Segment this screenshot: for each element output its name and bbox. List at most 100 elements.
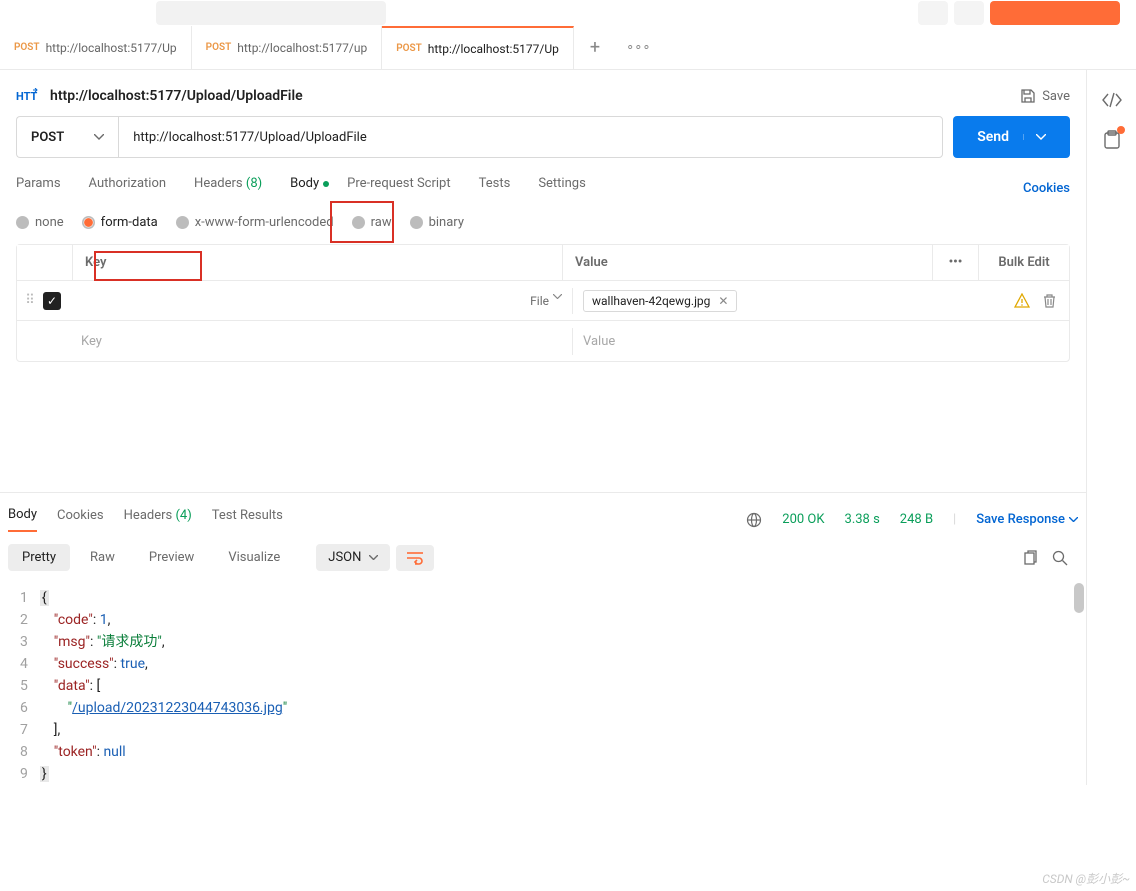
svg-text:HTTP: HTTP bbox=[16, 90, 38, 103]
delete-row-icon[interactable] bbox=[1042, 293, 1057, 309]
line-numbers: 123456789 bbox=[0, 587, 40, 785]
key-placeholder[interactable]: Key bbox=[71, 328, 573, 355]
watermark: CSDN @彭小彭~ bbox=[1042, 870, 1130, 887]
formdata-table: Key Value ••• Bulk Edit ⠿ ✓ File wallhav… bbox=[16, 244, 1070, 362]
remove-file-icon[interactable]: ✕ bbox=[718, 294, 728, 308]
tab-overflow-button[interactable]: ∘∘∘ bbox=[616, 26, 660, 69]
search-icon[interactable] bbox=[1052, 550, 1068, 566]
chevron-down-icon[interactable] bbox=[1023, 134, 1046, 140]
warning-icon bbox=[1014, 293, 1030, 309]
resp-tab-body[interactable]: Body bbox=[8, 507, 37, 532]
method-select[interactable]: POST bbox=[16, 116, 118, 158]
tab-0[interactable]: POST http://localhost:5177/Up bbox=[0, 26, 192, 69]
search-placeholder[interactable] bbox=[156, 1, 386, 25]
body-type-formdata[interactable]: form-data bbox=[82, 215, 158, 230]
tab-method: POST bbox=[396, 43, 422, 54]
tab-method: POST bbox=[14, 42, 40, 53]
file-name: wallhaven-42qewg.jpg bbox=[592, 294, 710, 308]
resp-tab-cookies[interactable]: Cookies bbox=[57, 508, 104, 531]
tab-headers[interactable]: Headers (8) bbox=[194, 176, 262, 201]
tab-body[interactable]: Body bbox=[290, 176, 319, 201]
method-value: POST bbox=[31, 130, 64, 145]
file-type-label: File bbox=[530, 294, 549, 308]
tab-label: http://localhost:5177/up bbox=[237, 41, 367, 55]
response-time: 3.38 s bbox=[845, 512, 880, 527]
save-label: Save bbox=[1042, 89, 1070, 104]
http-icon: HTTP bbox=[16, 88, 38, 104]
top-toolbar bbox=[0, 0, 1136, 26]
tabs-bar: POST http://localhost:5177/Up POST http:… bbox=[0, 26, 1136, 70]
top-button-2[interactable] bbox=[954, 1, 984, 25]
tab-2[interactable]: POST http://localhost:5177/Up bbox=[382, 26, 574, 69]
status-code: 200 OK bbox=[782, 512, 824, 527]
tab-tests[interactable]: Tests bbox=[479, 176, 511, 201]
request-title: http://localhost:5177/Upload/UploadFile bbox=[50, 88, 303, 104]
chevron-down-icon bbox=[369, 555, 378, 560]
body-type-none[interactable]: none bbox=[16, 215, 64, 230]
chevron-down-icon bbox=[94, 134, 104, 140]
radio-label: x-www-form-urlencoded bbox=[195, 215, 334, 230]
save-response-label: Save Response bbox=[976, 512, 1065, 527]
tab-method: POST bbox=[206, 42, 232, 53]
radio-label: binary bbox=[429, 215, 464, 230]
tab-label: http://localhost:5177/Up bbox=[46, 41, 177, 55]
view-raw[interactable]: Raw bbox=[76, 544, 129, 571]
view-preview[interactable]: Preview bbox=[135, 544, 208, 571]
radio-icon bbox=[82, 216, 95, 229]
tab-authorization[interactable]: Authorization bbox=[89, 176, 167, 201]
cookies-link[interactable]: Cookies bbox=[1023, 181, 1070, 196]
top-button-1[interactable] bbox=[918, 1, 948, 25]
column-options[interactable]: ••• bbox=[933, 245, 979, 280]
save-response-button[interactable]: Save Response bbox=[976, 512, 1078, 527]
right-sidebar bbox=[1086, 70, 1136, 785]
bulk-edit-button[interactable]: Bulk Edit bbox=[979, 245, 1069, 280]
resp-headers-label: Headers bbox=[124, 508, 173, 523]
tab-settings[interactable]: Settings bbox=[538, 176, 585, 201]
radio-label: raw bbox=[371, 215, 392, 230]
table-row-empty[interactable]: Key Value bbox=[17, 321, 1069, 361]
response-body: 123456789 { "code": 1, "msg": "请求成功", "s… bbox=[0, 583, 1086, 785]
send-button[interactable]: Send bbox=[953, 116, 1070, 158]
chevron-down-icon bbox=[1069, 517, 1078, 522]
tab-prerequest[interactable]: Pre-request Script bbox=[347, 176, 450, 201]
radio-label: form-data bbox=[101, 215, 158, 230]
save-button[interactable]: Save bbox=[1020, 88, 1070, 104]
table-row: ⠿ ✓ File wallhaven-42qewg.jpg ✕ bbox=[17, 281, 1069, 321]
scrollbar[interactable] bbox=[1074, 583, 1084, 613]
save-icon bbox=[1020, 88, 1036, 104]
body-type-binary[interactable]: binary bbox=[410, 215, 464, 230]
wrap-lines-button[interactable] bbox=[396, 545, 434, 571]
row-checkbox[interactable]: ✓ bbox=[43, 292, 71, 310]
new-tab-button[interactable]: + bbox=[574, 26, 616, 69]
column-value: Value bbox=[563, 245, 933, 280]
upgrade-button[interactable] bbox=[990, 1, 1120, 25]
value-placeholder[interactable]: Value bbox=[573, 328, 979, 355]
body-type-xwww[interactable]: x-www-form-urlencoded bbox=[176, 215, 334, 230]
resp-headers-count: (4) bbox=[175, 508, 191, 523]
format-value: JSON bbox=[328, 550, 361, 565]
resp-tab-headers[interactable]: Headers (4) bbox=[124, 508, 192, 531]
tab-1[interactable]: POST http://localhost:5177/up bbox=[192, 26, 383, 69]
chevron-down-icon bbox=[553, 294, 562, 308]
drag-handle-icon[interactable]: ⠿ bbox=[17, 293, 43, 308]
url-input[interactable] bbox=[118, 116, 943, 158]
copy-icon[interactable] bbox=[1022, 550, 1038, 566]
send-label: Send bbox=[977, 129, 1009, 145]
view-pretty[interactable]: Pretty bbox=[8, 544, 70, 571]
resp-tab-testresults[interactable]: Test Results bbox=[212, 508, 283, 531]
file-chip: wallhaven-42qewg.jpg ✕ bbox=[583, 290, 737, 312]
view-visualize[interactable]: Visualize bbox=[214, 544, 294, 571]
badge-dot-icon bbox=[1117, 126, 1125, 134]
globe-icon[interactable] bbox=[746, 512, 762, 528]
format-select[interactable]: JSON bbox=[316, 544, 390, 571]
key-type-select[interactable]: File bbox=[530, 294, 562, 308]
radio-icon bbox=[176, 216, 189, 229]
headers-count: (8) bbox=[246, 176, 262, 191]
response-size: 248 B bbox=[900, 512, 933, 527]
code-content[interactable]: { "code": 1, "msg": "请求成功", "success": t… bbox=[40, 587, 287, 785]
info-icon[interactable] bbox=[1103, 130, 1121, 150]
tab-params[interactable]: Params bbox=[16, 176, 61, 201]
body-type-raw[interactable]: raw bbox=[352, 215, 392, 230]
column-key: Key bbox=[73, 245, 563, 280]
code-icon[interactable] bbox=[1102, 92, 1122, 108]
